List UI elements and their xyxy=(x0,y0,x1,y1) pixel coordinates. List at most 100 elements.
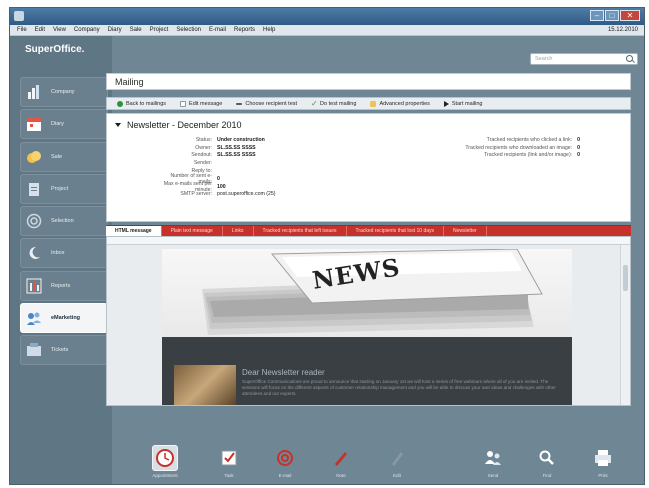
task-button[interactable] xyxy=(216,445,242,471)
sidebar-item-emarketing[interactable]: eMarketing xyxy=(20,303,108,334)
sidebar-item-label: Diary xyxy=(51,121,64,128)
calendar-icon xyxy=(25,115,43,133)
email-label: E-mail xyxy=(278,473,292,478)
detail-key: Owner: xyxy=(195,144,212,151)
menu-reports[interactable]: Reports xyxy=(230,27,259,33)
do-test-mailing-button[interactable]: ✓ Do test mailing xyxy=(305,98,362,109)
menu-sale[interactable]: Sale xyxy=(126,27,146,33)
menu-email[interactable]: E-mail xyxy=(205,27,230,33)
sidebar-item-label: eMarketing xyxy=(51,315,81,322)
choose-recipient-test-button[interactable]: Choose recipient test xyxy=(230,98,303,109)
minimize-button[interactable]: – xyxy=(590,10,604,21)
detail-key: Status: xyxy=(195,136,212,143)
detail-key: Tracked recipients (link and/or image): xyxy=(484,152,573,159)
detail-key: Tracked recipients who clicked a link: xyxy=(486,136,573,143)
emarketing-icon xyxy=(25,309,43,327)
mailing-details: Newsletter - December 2010 Status: Under … xyxy=(106,113,631,222)
back-to-mailings-button[interactable]: Back to mailings xyxy=(111,98,172,109)
detail-row: Status: Under construction xyxy=(157,136,275,144)
detail-value: SL.SS.SS SSSS xyxy=(217,152,256,159)
sidebar-item-sale[interactable]: Sale xyxy=(20,141,108,172)
email-button[interactable] xyxy=(272,445,298,471)
tab-newsletter[interactable]: Newsletter xyxy=(444,226,487,236)
tab-tracked-left[interactable]: Tracked recipients that left issues xyxy=(254,226,347,236)
preview-scrollbar[interactable] xyxy=(620,245,630,405)
clipboard-icon xyxy=(25,180,43,198)
find-button[interactable] xyxy=(534,445,560,471)
detail-value: SL.SS.SS SSSS xyxy=(217,144,256,151)
newsletter-header[interactable]: Newsletter - December 2010 xyxy=(115,120,242,130)
sidebar-item-label: Selection xyxy=(51,218,74,225)
moon-icon xyxy=(25,244,43,262)
menu-company[interactable]: Company xyxy=(70,27,104,33)
menu-diary[interactable]: Diary xyxy=(104,27,126,33)
sidebar-item-label: Sale xyxy=(51,153,63,160)
appointment-button[interactable] xyxy=(152,445,178,471)
menu-project[interactable]: Project xyxy=(146,27,173,33)
detail-value: 0 xyxy=(577,136,580,143)
edit-label: Edit xyxy=(393,473,401,478)
print-button[interactable] xyxy=(590,445,616,471)
tab-links[interactable]: Links xyxy=(223,226,254,236)
arrows-icon xyxy=(236,102,243,105)
note-label: Note xyxy=(336,473,346,478)
detail-row: Tracked recipients who clicked a link: 0 xyxy=(417,136,580,144)
edit-button[interactable] xyxy=(384,445,410,471)
mailing-toolbar: Back to mailings Edit message Choose rec… xyxy=(106,97,631,110)
email-preview-pane[interactable]: NEWS Dear Newsletter reader SuperOffice … xyxy=(106,236,631,406)
advanced-properties-button[interactable]: Advanced properties xyxy=(364,98,435,109)
target-icon xyxy=(25,212,43,230)
superoffice-logo: SuperOffice. xyxy=(25,44,85,55)
maximize-button[interactable]: □ xyxy=(605,10,619,21)
detail-key: SMTP server: xyxy=(180,191,212,198)
menu-help[interactable]: Help xyxy=(259,27,279,33)
sidebar-item-company[interactable]: Company xyxy=(20,77,108,107)
edit-icon xyxy=(180,100,187,107)
menu-edit[interactable]: Edit xyxy=(31,27,49,33)
close-button[interactable]: ✕ xyxy=(620,10,640,21)
details-right-list: Tracked recipients who clicked a link: 0 … xyxy=(417,136,580,159)
email-heading: Dear Newsletter reader xyxy=(242,368,325,377)
page-title: Mailing xyxy=(106,73,631,90)
sidebar-nav: Company Diary Sale Project Selection Inb… xyxy=(20,77,108,368)
window-controls: – □ ✕ xyxy=(590,10,640,21)
detail-row: Sender: xyxy=(157,159,275,167)
sidebar-item-selection[interactable]: Selection xyxy=(20,206,108,237)
menu-selection[interactable]: Selection xyxy=(172,27,205,33)
edit-message-button[interactable]: Edit message xyxy=(174,98,228,109)
menu-date: 15.12.2010 xyxy=(607,27,638,33)
clock-icon xyxy=(156,449,174,467)
details-left-list: Status: Under construction Owner: SL.SS.SS… xyxy=(157,136,276,198)
at-icon xyxy=(277,450,293,466)
title-bar: – □ ✕ xyxy=(10,8,644,25)
search-icon[interactable] xyxy=(626,55,633,62)
sidebar-item-tickets[interactable]: Tickets xyxy=(20,335,108,366)
collapse-triangle-icon[interactable] xyxy=(115,123,121,127)
search-input[interactable]: Search xyxy=(530,53,638,65)
toolbar-label: Edit message xyxy=(189,100,223,107)
sidebar-item-label: Project xyxy=(51,185,69,192)
menu-file[interactable]: File xyxy=(13,27,31,33)
note-button[interactable] xyxy=(328,445,354,471)
tab-html-message[interactable]: HTML message xyxy=(106,226,162,236)
email-message: NEWS Dear Newsletter reader SuperOffice … xyxy=(162,249,572,405)
start-mailing-button[interactable]: Start mailing xyxy=(438,98,489,109)
toolbar-label: Back to mailings xyxy=(126,100,167,107)
send-button[interactable] xyxy=(480,445,506,471)
sidebar-item-diary[interactable]: Diary xyxy=(20,109,108,140)
detail-row: Sendout: SL.SS.SS SSSS xyxy=(157,152,275,160)
back-icon xyxy=(117,100,123,107)
tab-tracked-lost[interactable]: Tracked recipients that lost 10 days xyxy=(347,226,445,236)
menu-view[interactable]: View xyxy=(49,27,70,33)
email-thumbnail-image xyxy=(174,365,236,405)
detail-value: 0 xyxy=(577,152,580,159)
email-body: Dear Newsletter reader SuperOffice Commu… xyxy=(162,337,572,405)
scrollbar-thumb[interactable] xyxy=(623,265,628,291)
detail-value: 0 xyxy=(217,175,220,182)
sidebar-item-reports[interactable]: Reports xyxy=(20,270,108,301)
coins-icon xyxy=(25,148,43,166)
toolbar-label: Do test mailing xyxy=(320,100,357,107)
sidebar-item-project[interactable]: Project xyxy=(20,173,108,204)
tab-plain-text[interactable]: Plain text message xyxy=(162,226,223,236)
sidebar-item-inbox[interactable]: Inbox xyxy=(20,238,108,269)
